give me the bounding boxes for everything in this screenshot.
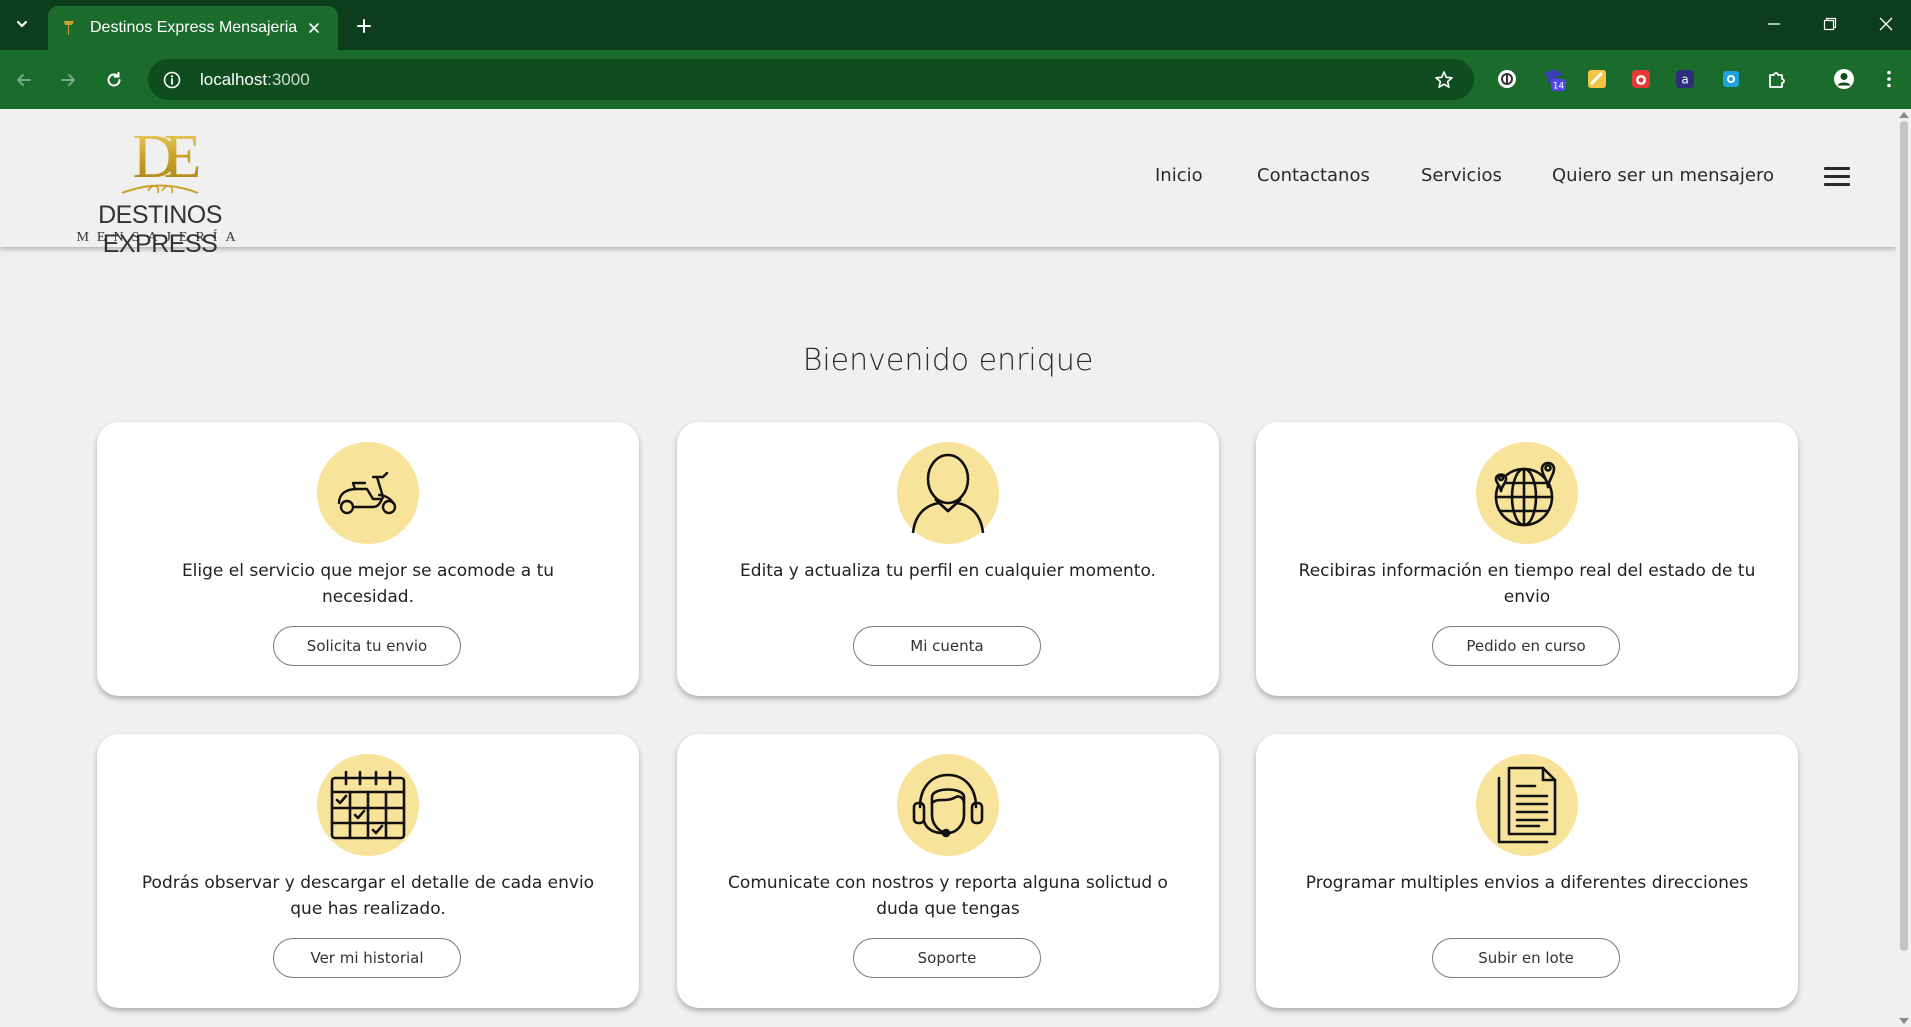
extensions-puzzle-icon[interactable]	[1764, 66, 1790, 92]
bookmark-star-icon[interactable]	[1426, 62, 1462, 98]
logo-monogram-icon: DE	[121, 123, 212, 194]
scooter-icon	[317, 442, 419, 544]
svg-text:DE: DE	[133, 123, 199, 191]
extension-5-icon[interactable]: a	[1672, 66, 1698, 92]
url-text: localhost:3000	[200, 69, 310, 89]
card-subir-en-lote: Programar multiples envios a diferentes …	[1256, 734, 1798, 1008]
welcome-heading: Bienvenido enrique	[802, 343, 1094, 378]
scrollbar-thumb[interactable]	[1900, 121, 1908, 951]
soporte-button[interactable]: Soporte	[853, 938, 1041, 978]
calendar-icon	[317, 754, 419, 856]
forward-button[interactable]	[52, 64, 84, 96]
nav-inicio[interactable]: Inicio	[1155, 165, 1203, 186]
pedido-en-curso-button[interactable]: Pedido en curso	[1432, 626, 1620, 666]
card-text: Edita y actualiza tu perfil en cualquier…	[740, 561, 1156, 581]
back-button[interactable]	[8, 64, 40, 96]
browser-menu-icon[interactable]	[1876, 66, 1902, 92]
arrow-right-icon	[61, 74, 75, 86]
user-profile-icon	[897, 442, 999, 544]
tab-search-button[interactable]	[8, 10, 36, 38]
minimize-button[interactable]	[1746, 0, 1802, 48]
plus-icon	[357, 19, 371, 33]
scroll-down-arrow-icon[interactable]	[1899, 1018, 1909, 1024]
globe-location-icon	[1476, 442, 1578, 544]
page-scrollbar[interactable]	[1896, 109, 1911, 1027]
tab-title: Destinos Express Mensajeria	[90, 19, 298, 36]
browser-toolbar: localhost:3000 14 a	[0, 50, 1911, 109]
nav-contactanos[interactable]: Contactanos	[1257, 165, 1370, 186]
new-tab-button[interactable]	[350, 12, 378, 40]
arrow-left-icon	[17, 74, 31, 86]
headset-support-icon	[897, 754, 999, 856]
card-ver-historial: Podrás observar y descargar el detalle d…	[97, 734, 639, 1008]
minimize-icon	[1768, 23, 1780, 25]
browser-tabstrip: Destinos Express Mensajeria	[0, 0, 1911, 50]
solicita-envio-button[interactable]: Solicita tu envio	[273, 626, 461, 666]
card-soporte: Comunicate con nostros y reporta alguna …	[677, 734, 1219, 1008]
chevron-down-icon	[16, 20, 28, 28]
svg-text:a: a	[1681, 73, 1688, 87]
restore-icon	[1823, 17, 1837, 31]
document-icon	[1476, 754, 1578, 856]
card-text: Programar multiples envios a diferentes …	[1305, 873, 1749, 893]
site-favicon-icon	[60, 19, 78, 37]
reload-button[interactable]	[98, 64, 130, 96]
profile-avatar-icon[interactable]	[1831, 66, 1857, 92]
card-text: Elige el servicio que mejor se acomode a…	[181, 561, 555, 607]
card-pedido-en-curso: Recibiras información en tiempo real del…	[1256, 422, 1798, 696]
card-text: Recibiras información en tiempo real del…	[1298, 561, 1756, 607]
ver-historial-button[interactable]: Ver mi historial	[273, 938, 461, 978]
restore-button[interactable]	[1802, 0, 1858, 48]
tab-close-icon[interactable]	[302, 16, 326, 40]
card-text: Comunicate con nostros y reporta alguna …	[728, 873, 1168, 919]
close-window-button[interactable]	[1858, 0, 1911, 48]
card-text: Podrás observar y descargar el detalle d…	[141, 873, 595, 919]
page-viewport: DE DESTINOS EXPRESS MENSAJERÍA Inicio Co…	[0, 109, 1896, 1027]
extension-badge: 14	[1553, 82, 1565, 92]
nav-quiero-ser-mensajero[interactable]: Quiero ser un mensajero	[1552, 165, 1774, 186]
mi-cuenta-button[interactable]: Mi cuenta	[853, 626, 1041, 666]
close-icon	[1879, 17, 1893, 31]
logo[interactable]: DE DESTINOS EXPRESS MENSAJERÍA	[48, 119, 272, 258]
extension-3-icon[interactable]	[1584, 66, 1610, 92]
extension-6-icon[interactable]	[1718, 66, 1744, 92]
card-solicita-envio: Elige el servicio que mejor se acomode a…	[97, 422, 639, 696]
extension-4-icon[interactable]	[1628, 66, 1654, 92]
scroll-up-arrow-icon[interactable]	[1899, 112, 1909, 118]
logo-subtitle: MENSAJERÍA	[76, 230, 244, 245]
hamburger-menu-icon[interactable]	[1824, 167, 1850, 189]
address-bar[interactable]: localhost:3000	[148, 59, 1474, 100]
subir-en-lote-button[interactable]: Subir en lote	[1432, 938, 1620, 978]
nav-servicios[interactable]: Servicios	[1421, 165, 1502, 186]
browser-tab[interactable]: Destinos Express Mensajeria	[48, 6, 338, 50]
extension-1-icon[interactable]	[1494, 66, 1520, 92]
card-mi-cuenta: Edita y actualiza tu perfil en cualquier…	[677, 422, 1219, 696]
site-header: DE DESTINOS EXPRESS MENSAJERÍA Inicio Co…	[0, 109, 1896, 258]
extension-2-icon[interactable]: 14	[1540, 66, 1566, 92]
reload-icon	[107, 71, 121, 87]
site-info-icon[interactable]	[154, 62, 190, 98]
